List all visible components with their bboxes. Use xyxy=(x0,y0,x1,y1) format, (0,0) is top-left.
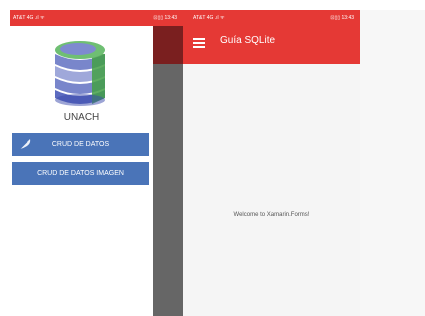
status-time: ⊡▯▯ 13:43 xyxy=(153,15,177,21)
menu-item-crud-datos[interactable]: CRUD DE DATOS xyxy=(12,133,149,156)
drawer-title: UNACH xyxy=(63,112,100,123)
status-bar: AT&T 4G .ıl ᯤ ⊡▯▯ 13:43 xyxy=(10,10,183,26)
hamburger-icon[interactable] xyxy=(193,38,205,48)
left-phone-screen: AT&T 4G .ıl ᯤ ⊡▯▯ 13:43 UNACH CRUD DE DA… xyxy=(10,10,183,316)
menu-item-label: CRUD DE DATOS IMAGEN xyxy=(37,170,124,177)
welcome-message: Welcome to Xamarin.Forms! xyxy=(233,212,310,218)
blank-panel xyxy=(360,10,425,316)
status-bar: AT&T 4G .ıl ᯤ ⊡▯▯ 13:43 xyxy=(183,10,360,26)
app-bar: Guía SQLite xyxy=(183,26,360,64)
dimmed-app-bar xyxy=(153,26,183,64)
feather-icon xyxy=(19,139,31,150)
drawer-overlay[interactable] xyxy=(153,64,183,316)
database-icon xyxy=(55,41,105,106)
navigation-drawer: UNACH CRUD DE DATOS CRUD DE DATOS IMAGEN xyxy=(10,26,153,316)
app-title: Guía SQLite xyxy=(220,35,276,46)
status-time: ⊡▯▯ 13:43 xyxy=(330,15,354,21)
status-carrier: AT&T 4G .ıl ᯤ xyxy=(193,15,225,21)
menu-item-crud-datos-imagen[interactable]: CRUD DE DATOS IMAGEN xyxy=(12,162,149,185)
menu-item-label: CRUD DE DATOS xyxy=(51,141,110,148)
middle-phone-screen: AT&T 4G .ıl ᯤ ⊡▯▯ 13:43 Guía SQLite Welc… xyxy=(183,10,360,316)
status-carrier: AT&T 4G .ıl ᯤ xyxy=(13,15,45,21)
